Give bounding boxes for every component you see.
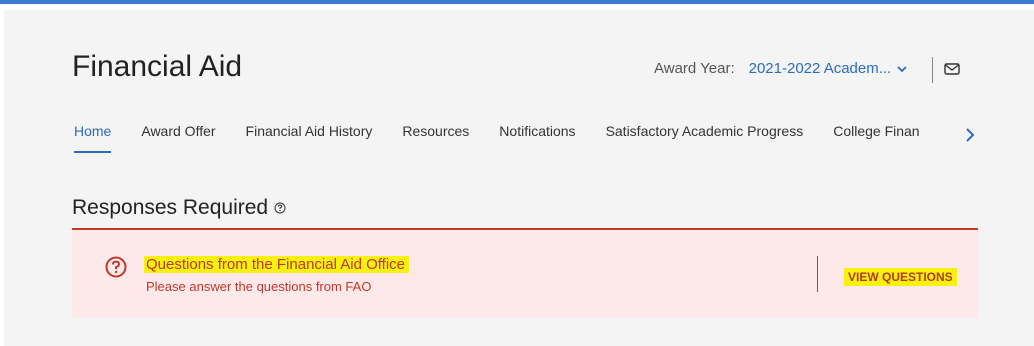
tab-resources[interactable]: Resources — [402, 123, 469, 153]
tab-college-financing[interactable]: College Finan — [833, 123, 919, 153]
alert-heading[interactable]: Questions from the Financial Aid Office — [144, 256, 410, 273]
page-title: Financial Aid — [72, 50, 243, 83]
header-divider — [932, 57, 933, 83]
tab-satisfactory-academic-progress[interactable]: Satisfactory Academic Progress — [606, 123, 804, 153]
tab-financial-aid-history[interactable]: Financial Aid History — [246, 123, 373, 153]
tab-home[interactable]: Home — [74, 123, 112, 153]
nav-fade — [924, 123, 962, 147]
alert-message: Please answer the questions from FAO — [146, 279, 372, 294]
alert-divider — [817, 256, 818, 292]
view-questions-button[interactable]: VIEW QUESTIONS — [844, 268, 957, 286]
page-content: Financial Aid Award Year: 2021-2022 Acad… — [4, 10, 1034, 346]
nav-tabs: Home Award Offer Financial Aid History R… — [74, 123, 979, 153]
section-title: Responses Required — [72, 196, 269, 219]
top-accent-bar — [0, 0, 1034, 4]
award-year-label: Award Year: — [654, 60, 735, 77]
responses-required-heading: Responses Required — [72, 196, 286, 220]
response-alert: Questions from the Financial Aid Office … — [72, 228, 978, 318]
chevron-right-icon[interactable] — [965, 128, 975, 142]
tab-notifications[interactable]: Notifications — [499, 123, 575, 153]
award-year-dropdown[interactable]: 2021-2022 Academ... — [749, 60, 908, 77]
help-circle-icon[interactable] — [274, 202, 286, 214]
tab-award-offer[interactable]: Award Offer — [141, 123, 215, 153]
award-year-value: 2021-2022 Academ... — [748, 60, 892, 77]
question-circle-icon — [105, 256, 127, 278]
chevron-down-icon — [897, 65, 907, 72]
mail-icon[interactable] — [944, 61, 960, 77]
award-year-selector: Award Year: 2021-2022 Academ... — [654, 60, 907, 77]
